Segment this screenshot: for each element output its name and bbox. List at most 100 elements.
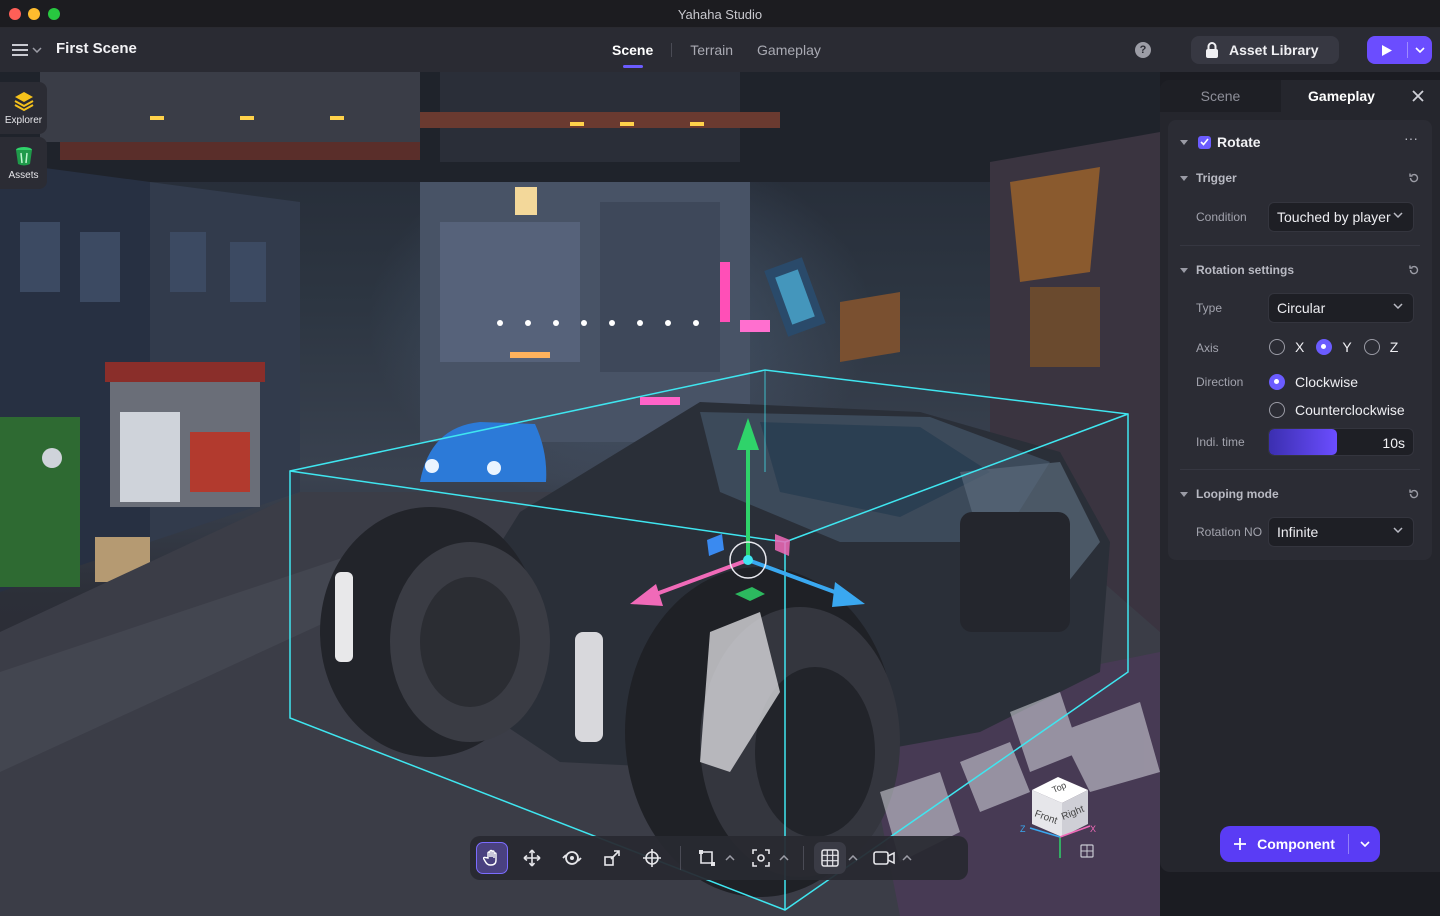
rotation-no-dropdown[interactable]: Infinite (1268, 517, 1414, 547)
collapse-caret-icon (1180, 491, 1188, 497)
collapse-caret-icon[interactable] (1180, 139, 1188, 145)
side-tool-strip: Explorer Assets (0, 82, 47, 192)
direction-counterclockwise-option[interactable]: Counterclockwise (1269, 402, 1405, 418)
reset-icon[interactable] (1408, 264, 1420, 276)
app-header: First Scene Scene Terrain Gameplay ? Ass… (0, 28, 1440, 72)
counterclockwise-radio[interactable] (1269, 402, 1285, 418)
trigger-section-header[interactable]: Trigger (1168, 170, 1432, 186)
move-arrows-icon (523, 849, 541, 867)
chevron-down-icon (1393, 527, 1403, 533)
component-header: Rotate ··· (1168, 130, 1432, 152)
scene-title: First Scene (56, 40, 137, 57)
condition-label: Condition (1196, 210, 1247, 224)
transform-tool-button[interactable] (636, 842, 668, 874)
direction-label: Direction (1196, 375, 1244, 389)
time-slider[interactable]: 10s (1268, 428, 1414, 456)
play-start[interactable] (1367, 36, 1407, 64)
explorer-label: Explorer (4, 115, 43, 126)
chevron-down-icon (1415, 47, 1425, 53)
panel-tabs: Scene Gameplay (1160, 80, 1440, 112)
focus-options-button[interactable] (777, 842, 791, 874)
help-button[interactable]: ? (1135, 42, 1151, 58)
rotation-settings-title: Rotation settings (1196, 263, 1294, 277)
axis-y-label: Y (1342, 339, 1352, 355)
grid-tool-button[interactable] (814, 842, 846, 874)
play-button[interactable] (1367, 36, 1432, 64)
type-dropdown[interactable]: Circular (1268, 293, 1414, 323)
add-component-main[interactable]: Component (1220, 826, 1348, 862)
scale-icon (604, 850, 620, 866)
scale-tool-button[interactable] (596, 842, 628, 874)
axis-y-radio[interactable] (1316, 339, 1333, 355)
reset-icon[interactable] (1408, 172, 1420, 184)
looping-mode-title: Looping mode (1196, 487, 1279, 501)
collapse-caret-icon (1180, 267, 1188, 273)
main-menu-button[interactable] (12, 40, 46, 60)
play-options-button[interactable] (1408, 36, 1432, 64)
scene-viewport[interactable]: Top Front Right Z X Explorer Assets (0, 72, 1160, 916)
condition-value: Touched by player (1277, 209, 1391, 225)
direction-row-2: Counterclockwise (1168, 402, 1432, 420)
condition-dropdown[interactable]: Touched by player (1268, 202, 1414, 232)
direction-clockwise-option[interactable]: Clockwise (1269, 374, 1358, 390)
more-options-button[interactable]: ··· (1404, 130, 1418, 146)
add-component-options-button[interactable] (1349, 826, 1380, 862)
tab-terrain[interactable]: Terrain (678, 28, 745, 72)
explorer-button[interactable]: Explorer (0, 82, 47, 134)
add-component-label: Component (1257, 836, 1335, 852)
layers-icon (14, 92, 33, 112)
axis-z-label: Z (1389, 339, 1399, 355)
hamburger-icon (12, 44, 28, 56)
axis-x-label: X (1295, 339, 1305, 355)
title-bar: Yahaha Studio (0, 0, 1440, 28)
assets-button[interactable]: Assets (0, 137, 47, 189)
condition-row: Condition Touched by player (1168, 202, 1432, 232)
tab-scene[interactable]: Scene (600, 28, 665, 72)
transform-icon (643, 849, 661, 867)
camera-options-button[interactable] (900, 842, 914, 874)
rotate-icon (562, 851, 582, 865)
type-row: Type Circular (1168, 293, 1432, 323)
chevron-down-icon (1359, 841, 1370, 847)
rotation-settings-header[interactable]: Rotation settings (1168, 262, 1432, 278)
chevron-up-icon (725, 855, 735, 861)
scene-render: Top Front Right Z X (0, 72, 1160, 916)
time-slider-fill (1269, 429, 1337, 455)
asset-library-button[interactable]: Asset Library (1191, 36, 1339, 64)
chevron-down-icon (1393, 212, 1403, 218)
add-component-button[interactable]: Component (1220, 826, 1380, 862)
toolbar-divider (680, 846, 681, 870)
rotation-no-row: Rotation NO Infinite (1168, 517, 1432, 547)
rotation-no-value: Infinite (1277, 524, 1319, 540)
component-enabled-checkbox[interactable] (1198, 135, 1211, 149)
looping-mode-header[interactable]: Looping mode (1168, 486, 1432, 502)
grid-icon (821, 849, 839, 867)
clockwise-radio[interactable] (1269, 374, 1285, 390)
rotation-no-label: Rotation NO (1196, 525, 1263, 539)
tab-gameplay[interactable]: Gameplay (745, 28, 833, 72)
section-divider (1180, 245, 1420, 246)
hand-tool-button[interactable] (476, 842, 508, 874)
window-title: Yahaha Studio (677, 7, 763, 22)
panel-tab-scene[interactable]: Scene (1160, 80, 1281, 112)
close-icon[interactable] (1410, 88, 1426, 104)
axis-label: Axis (1196, 341, 1219, 355)
snap-tool-button[interactable] (691, 842, 723, 874)
camera-tool-button[interactable] (868, 842, 900, 874)
counterclockwise-label: Counterclockwise (1295, 402, 1405, 418)
move-tool-button[interactable] (516, 842, 548, 874)
grid-options-button[interactable] (846, 842, 860, 874)
panel-tab-gameplay[interactable]: Gameplay (1281, 80, 1402, 112)
focus-tool-button[interactable] (745, 842, 777, 874)
reset-icon[interactable] (1408, 488, 1420, 500)
snap-options-button[interactable] (723, 842, 737, 874)
assets-label: Assets (8, 170, 39, 181)
rotate-tool-button[interactable] (556, 842, 588, 874)
chevron-down-icon (32, 47, 42, 53)
checkmark-icon (1200, 138, 1209, 146)
chevron-up-icon (848, 855, 858, 861)
axis-x-radio[interactable] (1269, 339, 1285, 355)
time-label: Indi. time (1196, 435, 1245, 449)
axis-x-label: X (1090, 824, 1096, 834)
axis-z-radio[interactable] (1363, 339, 1380, 355)
